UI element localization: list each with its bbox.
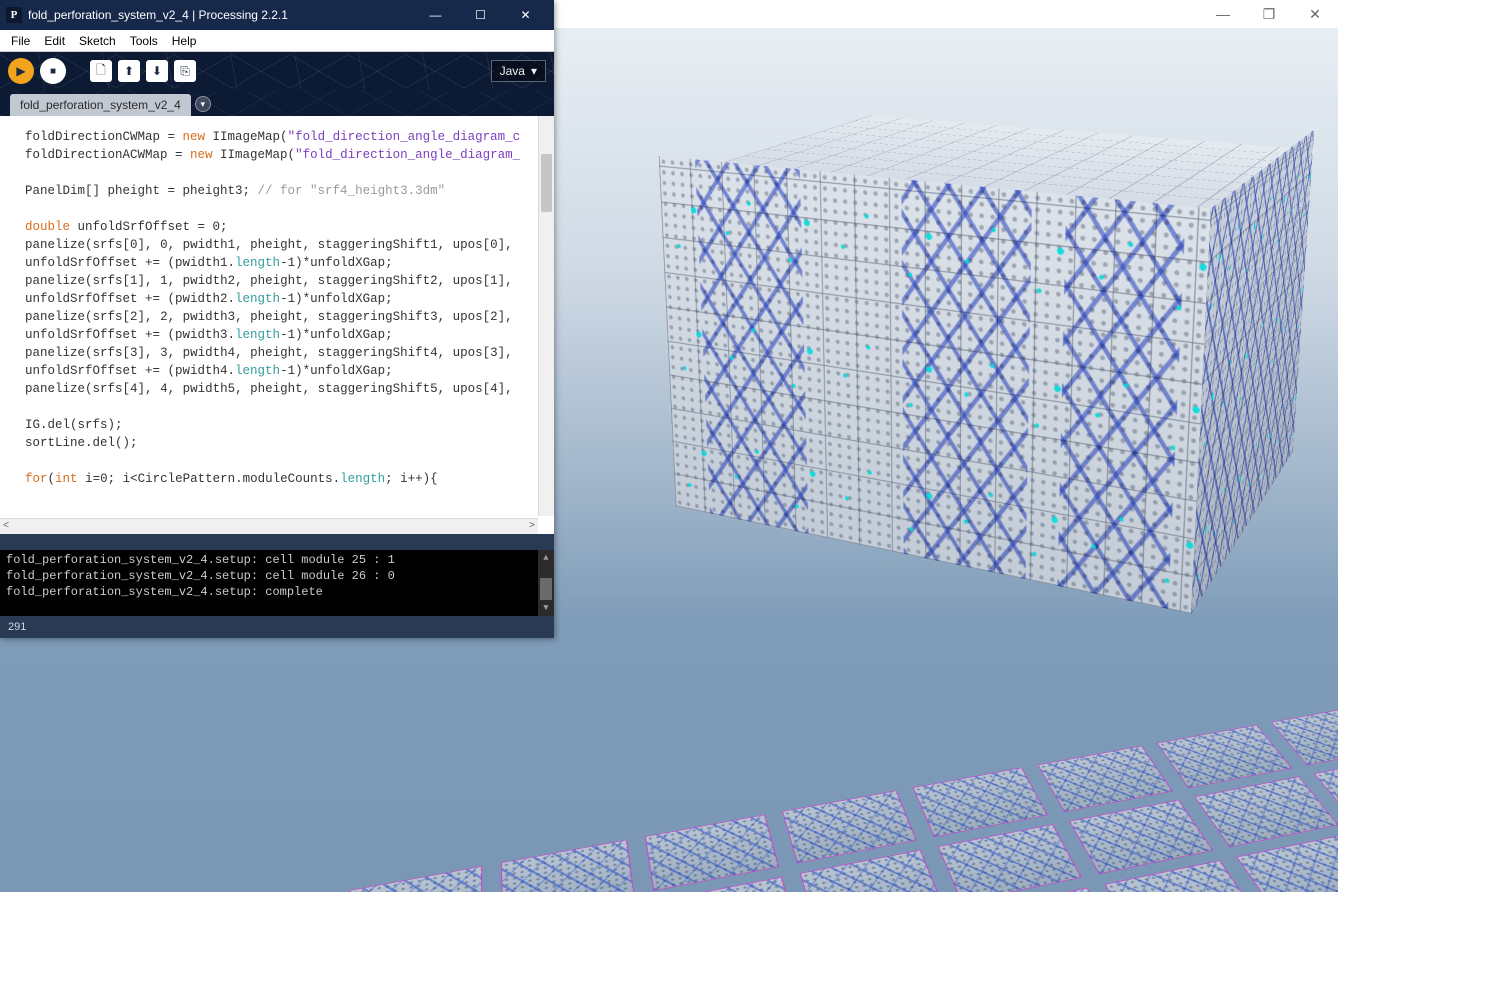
unfolded-panel — [1236, 834, 1338, 892]
console-scrollbar[interactable]: ▲ ▼ — [538, 550, 554, 616]
unfolded-panel — [1157, 725, 1292, 788]
ide-message-bar — [0, 534, 554, 550]
console-line: fold_perforation_system_v2_4.setup: cell… — [6, 568, 548, 584]
menu-edit[interactable]: Edit — [37, 32, 72, 50]
unfolded-panel — [645, 815, 779, 891]
chevron-down-icon: ▾ — [531, 64, 537, 78]
building-front-facade — [659, 156, 1211, 614]
ide-statusbar: 291 — [0, 616, 554, 638]
console-line: fold_perforation_system_v2_4.setup: cell… — [6, 552, 548, 568]
unfolded-panel-floor — [0, 681, 1338, 892]
ide-close-button[interactable]: ✕ — [503, 0, 548, 30]
unfolded-panel — [501, 840, 634, 892]
ide-maximize-button[interactable]: ☐ — [458, 0, 503, 30]
menu-file[interactable]: File — [4, 32, 37, 50]
open-sketch-button[interactable]: ⬆ — [118, 60, 140, 82]
tab-active-sketch[interactable]: fold_perforation_system_v2_4 — [10, 94, 191, 116]
ide-toolbar: ▶ ■ 🗋 ⬆ ⬇ ⎘ Java ▾ — [0, 52, 554, 90]
scrollbar-thumb[interactable] — [541, 154, 552, 212]
render-close-button[interactable]: ✕ — [1292, 0, 1338, 28]
code-editor[interactable]: foldDirectionCWMap = new IImageMap("fold… — [0, 116, 554, 534]
scroll-left-arrow-icon[interactable]: < — [3, 518, 9, 535]
document-icon: 🗋 — [96, 61, 106, 82]
render-maximize-button[interactable]: ❐ — [1246, 0, 1292, 28]
ide-menubar: File Edit Sketch Tools Help — [0, 30, 554, 52]
save-sketch-button[interactable]: ⬇ — [146, 60, 168, 82]
scroll-up-arrow-icon[interactable]: ▲ — [538, 550, 554, 566]
mode-selector[interactable]: Java ▾ — [491, 60, 546, 82]
processing-app-icon: P — [6, 7, 22, 23]
mode-label: Java — [500, 64, 525, 78]
editor-scrollbar-horizontal[interactable]: < > — [0, 518, 538, 534]
menu-help[interactable]: Help — [165, 32, 204, 50]
toolbar-bg-pattern — [0, 52, 554, 90]
ide-tabbar: fold_perforation_system_v2_4 ▾ — [0, 90, 554, 116]
stop-icon: ■ — [50, 66, 56, 77]
ide-window-title: fold_perforation_system_v2_4 | Processin… — [28, 8, 413, 22]
ide-toolbar-area: ▶ ■ 🗋 ⬆ ⬇ ⎘ Java ▾ fol — [0, 52, 554, 116]
arrow-down-icon: ⬇ — [152, 64, 162, 78]
menu-tools[interactable]: Tools — [123, 32, 165, 50]
unfolded-panel — [1038, 746, 1173, 812]
tab-menu-button[interactable]: ▾ — [195, 96, 211, 112]
unfolded-panel — [913, 768, 1048, 837]
menu-sketch[interactable]: Sketch — [72, 32, 123, 50]
scrollbar-thumb[interactable] — [540, 578, 552, 600]
line-number-indicator: 291 — [8, 621, 26, 633]
arrow-up-icon: ⬆ — [124, 64, 134, 78]
ide-minimize-button[interactable]: — — [413, 0, 458, 30]
play-icon: ▶ — [16, 64, 25, 78]
new-sketch-button[interactable]: 🗋 — [90, 60, 112, 82]
processing-ide-window: P fold_perforation_system_v2_4 | Process… — [0, 0, 554, 638]
stop-button[interactable]: ■ — [40, 58, 66, 84]
ide-titlebar[interactable]: P fold_perforation_system_v2_4 | Process… — [0, 0, 554, 30]
chevron-down-icon: ▾ — [201, 99, 206, 110]
scroll-down-arrow-icon[interactable]: ▼ — [538, 600, 554, 616]
building-model — [771, 123, 1269, 522]
unfolded-panel — [938, 824, 1082, 892]
export-button[interactable]: ⎘ — [174, 60, 196, 82]
unfolded-panel — [1069, 800, 1213, 874]
render-minimize-button[interactable]: — — [1200, 0, 1246, 28]
scroll-right-arrow-icon[interactable]: > — [529, 518, 535, 535]
export-icon: ⎘ — [180, 64, 190, 79]
console-line: fold_perforation_system_v2_4.setup: comp… — [6, 584, 548, 600]
editor-scrollbar-vertical[interactable] — [538, 116, 554, 516]
panel-grid — [0, 681, 1338, 892]
unfolded-panel — [782, 791, 917, 864]
run-button[interactable]: ▶ — [8, 58, 34, 84]
unfolded-panel — [343, 866, 483, 892]
ide-console[interactable]: fold_perforation_system_v2_4.setup: cell… — [0, 550, 554, 616]
facade-accent-dots — [659, 156, 1211, 614]
unfolded-panel — [1194, 776, 1338, 847]
